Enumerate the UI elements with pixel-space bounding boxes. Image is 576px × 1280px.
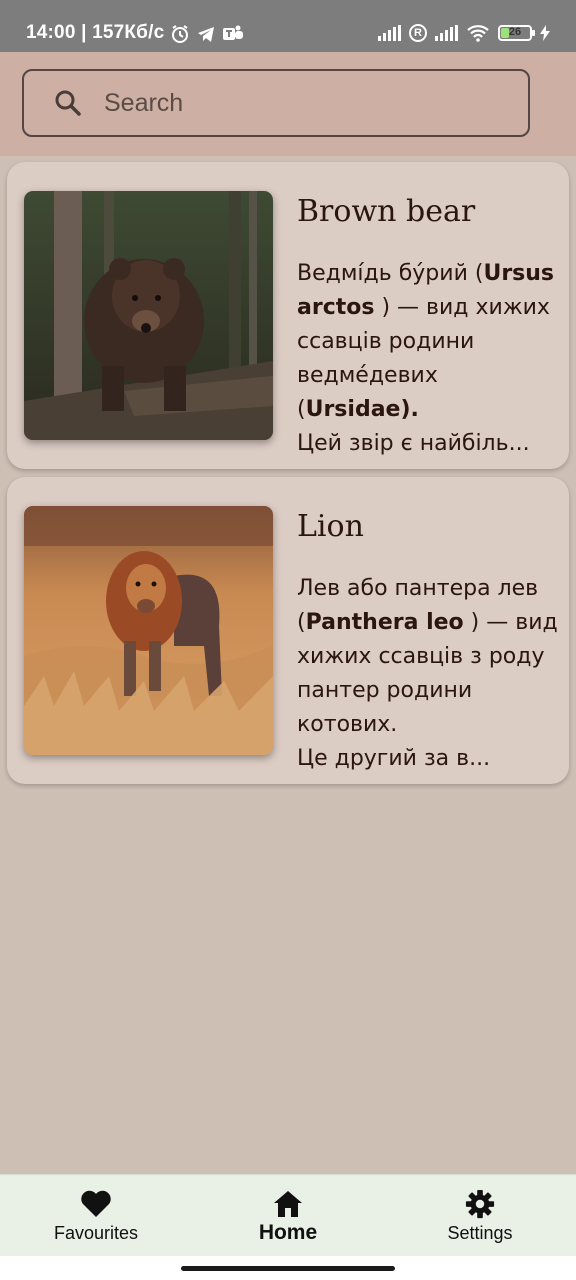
- gear-icon: [465, 1189, 495, 1219]
- home-indicator[interactable]: [181, 1266, 395, 1271]
- search-icon: [55, 90, 81, 116]
- status-system-icons: R 26: [378, 24, 550, 42]
- bottom-navigation: Favourites Home Settings: [0, 1174, 576, 1257]
- animal-card-brown-bear[interactable]: Brown bear Ведмі́дь бу́рий (Ursus arctos…: [7, 162, 569, 469]
- latin-name: Panthera leo: [305, 610, 464, 635]
- battery-icon: 26: [498, 25, 535, 41]
- nav-label: Home: [258, 1221, 318, 1244]
- search-bar-area: Search: [0, 52, 576, 156]
- animal-title: Lion: [297, 509, 364, 544]
- nav-label: Settings: [447, 1223, 513, 1243]
- animal-title: Brown bear: [297, 194, 476, 229]
- family-name: Ursidae).: [305, 397, 419, 422]
- alarm-icon: [172, 25, 188, 43]
- description-text: Ведмі́дь бу́рий (: [297, 261, 484, 286]
- search-placeholder: Search: [104, 88, 184, 117]
- status-notification-icons: [170, 24, 244, 44]
- description-text: Цей звір є найбіль...: [297, 431, 530, 456]
- brown-bear-image: [24, 191, 273, 440]
- home-icon: [274, 1191, 302, 1217]
- teams-icon: [223, 25, 243, 40]
- animal-card-lion[interactable]: Lion Лев або пантера лев (Panthera leo )…: [7, 477, 569, 784]
- animal-description: Лев або пантера лев (Panthera leo ) — ви…: [297, 572, 559, 777]
- signal-icon: [435, 25, 458, 41]
- heart-icon: [81, 1190, 111, 1217]
- charging-icon: [540, 25, 550, 41]
- description-text: Це другий за в...: [297, 746, 491, 771]
- nav-label: Favourites: [53, 1223, 139, 1243]
- telegram-icon: [198, 27, 214, 42]
- nav-item-settings[interactable]: Settings: [384, 1175, 576, 1257]
- nav-item-home[interactable]: Home: [192, 1175, 384, 1257]
- search-input[interactable]: Search: [22, 69, 530, 137]
- status-bar: 14:00 | 157Кб/с R 26: [0, 0, 576, 52]
- status-time-speed: 14:00 | 157Кб/с: [26, 22, 165, 43]
- registered-icon: R: [409, 24, 427, 42]
- animal-description: Ведмі́дь бу́рий (Ursus arctos ) — вид хи…: [297, 257, 559, 462]
- signal-icon: [378, 25, 401, 41]
- lion-image: [24, 506, 273, 755]
- nav-item-favourites[interactable]: Favourites: [0, 1175, 192, 1257]
- wifi-icon: [467, 25, 489, 42]
- battery-level: 26: [508, 26, 522, 38]
